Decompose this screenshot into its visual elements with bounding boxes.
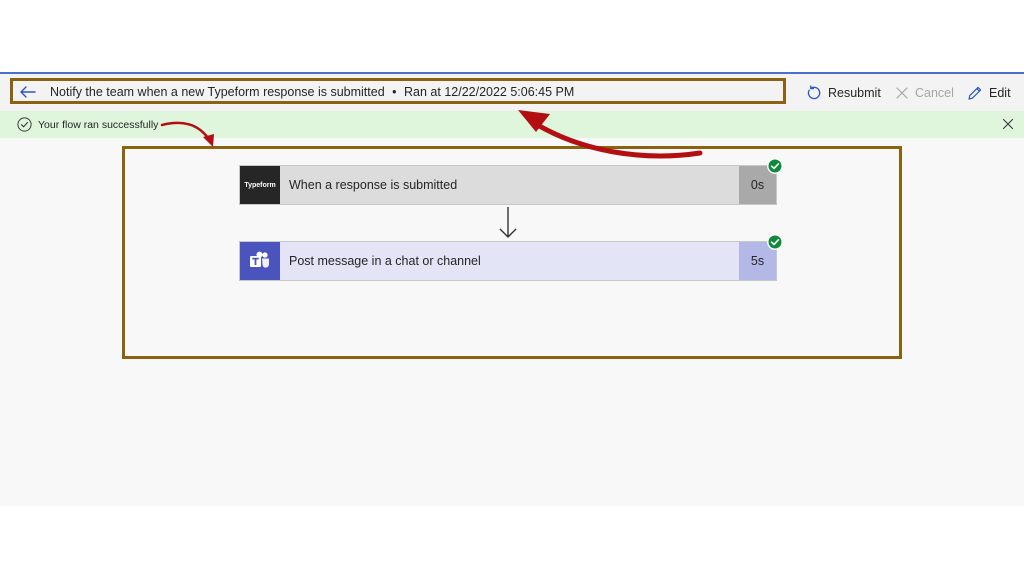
teams-logo-icon [240, 242, 280, 280]
check-circle-icon [17, 117, 32, 132]
success-check-icon [767, 234, 783, 250]
typeform-logo-icon: Typeform [240, 166, 280, 204]
refresh-icon [807, 85, 821, 100]
command-bar: Notify the team when a new Typeform resp… [0, 74, 1024, 111]
dismiss-icon[interactable] [1002, 118, 1014, 130]
success-message: Your flow ran successfully [38, 119, 159, 131]
close-icon [896, 87, 908, 99]
down-arrow-icon [499, 207, 517, 238]
step-label: Post message in a chat or channel [289, 254, 481, 268]
cancel-button[interactable]: Cancel [895, 83, 954, 103]
title-separator: • [392, 85, 397, 99]
resubmit-button[interactable]: Resubmit [806, 83, 881, 103]
flow-name: Notify the team when a new Typeform resp… [50, 85, 385, 99]
back-arrow-icon [20, 86, 36, 98]
edit-button[interactable]: Edit [967, 83, 1011, 103]
resubmit-label: Resubmit [828, 86, 881, 100]
success-message-bar: Your flow ran successfully [0, 111, 1024, 138]
pencil-icon [968, 86, 982, 100]
cancel-label: Cancel [915, 86, 954, 100]
flow-step-action[interactable]: Post message in a chat or channel 5s [239, 234, 783, 281]
page-title: Notify the team when a new Typeform resp… [50, 85, 574, 99]
back-button[interactable] [16, 83, 40, 101]
edit-label: Edit [989, 86, 1011, 100]
step-label: When a response is submitted [289, 178, 458, 192]
run-details-panel: Notify the team when a new Typeform resp… [0, 72, 1024, 506]
run-timestamp: Ran at 12/22/2022 5:06:45 PM [404, 85, 575, 99]
success-check-icon [767, 158, 783, 174]
flow-step-trigger[interactable]: Typeform When a response is submitted 0s [239, 158, 783, 205]
